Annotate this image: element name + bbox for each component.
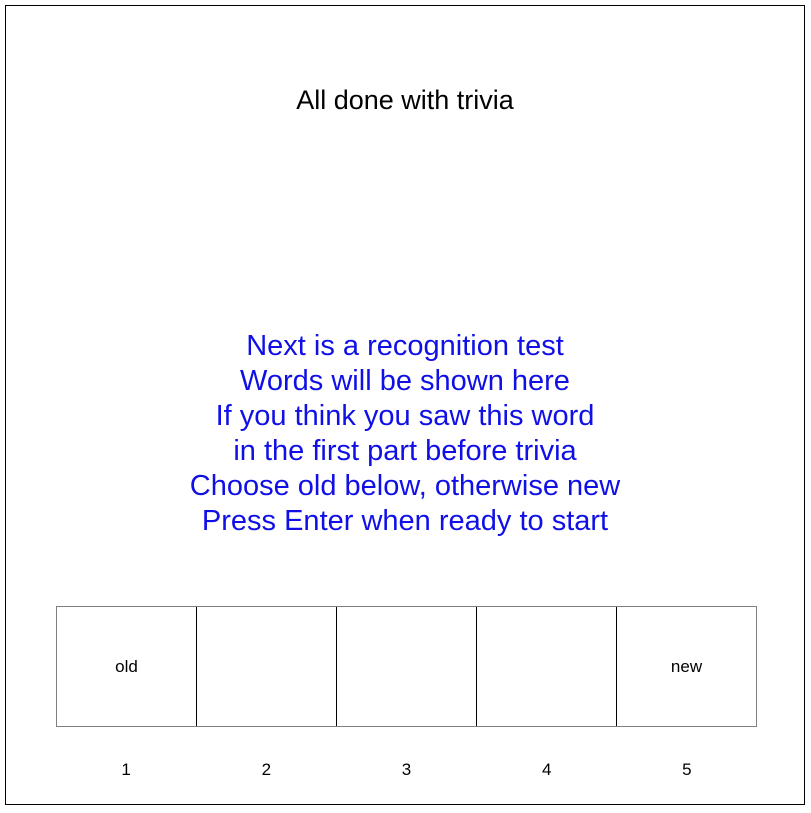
rating-numbers: 1 2 3 4 5	[56, 759, 757, 781]
rating-option-3[interactable]	[337, 607, 477, 726]
rating-option-5-new[interactable]: new	[617, 607, 756, 726]
rating-number-4: 4	[541, 760, 552, 779]
rating-number-3: 3	[401, 760, 412, 779]
instruction-line-3: If you think you saw this word	[215, 400, 595, 432]
instruction-line-6: Press Enter when ready to start	[201, 505, 609, 537]
instruction-line-5: Choose old below, otherwise new	[189, 470, 621, 502]
instruction-line-1: Next is a recognition test	[246, 330, 564, 362]
instruction-line-4: in the first part before trivia	[233, 435, 577, 467]
rating-option-1-old[interactable]: old	[57, 607, 197, 726]
rating-scale: old new	[56, 606, 757, 727]
rating-option-2[interactable]	[197, 607, 337, 726]
rating-number-5: 5	[682, 760, 692, 779]
experiment-frame: All done with trivia Next is a recogniti…	[5, 5, 805, 805]
rating-number-1: 1	[121, 760, 131, 779]
instructions-text: Next is a recognition test Words will be…	[6, 329, 804, 539]
rating-number-2: 2	[261, 760, 272, 779]
instruction-line-2: Words will be shown here	[240, 365, 570, 397]
rating-option-4[interactable]	[477, 607, 617, 726]
page-title: All done with trivia	[296, 85, 514, 115]
